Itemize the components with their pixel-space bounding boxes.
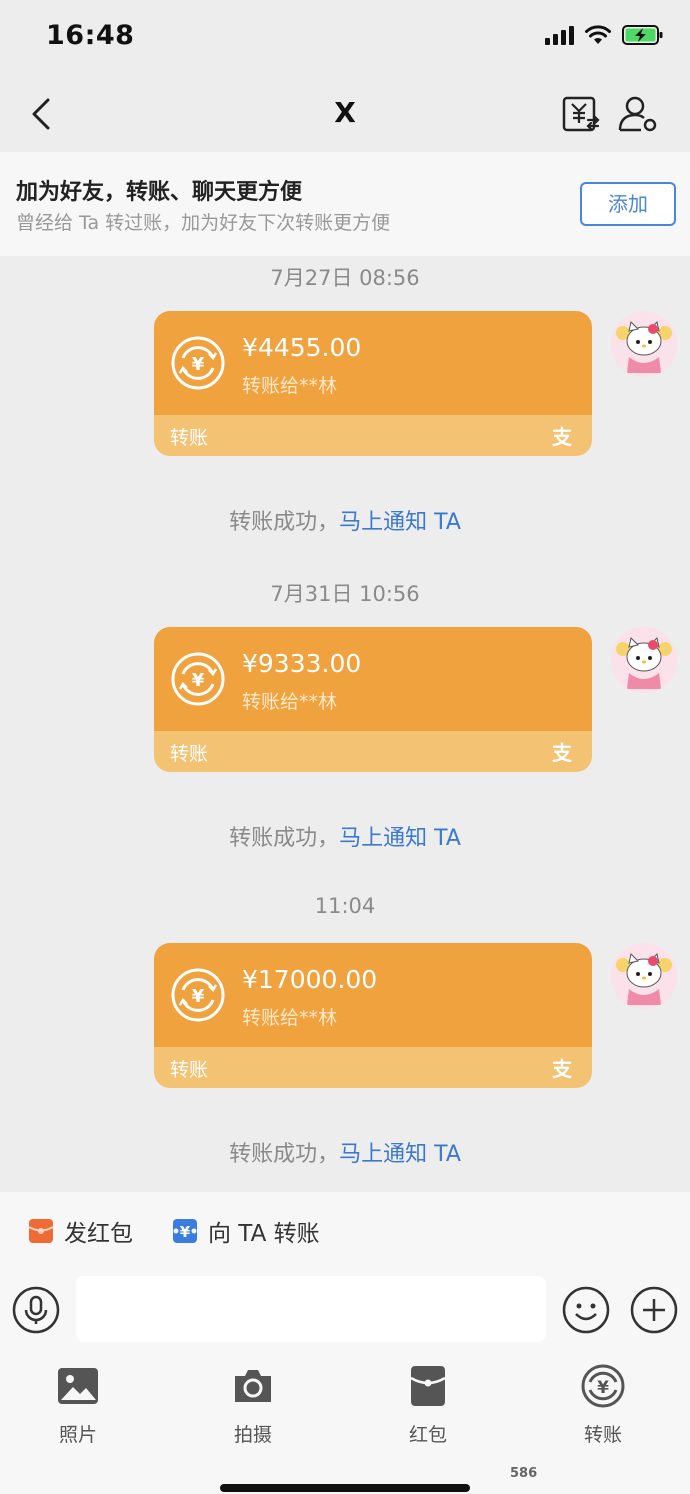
svg-text:¥: ¥ [192,670,205,691]
hello-kitty-avatar-icon [611,627,677,693]
transfer-yuan-icon: ¥ [171,336,225,390]
bottom-toolbar: 照片 拍摄 红包 ¥ 转账 [0,1354,690,1494]
alipay-logo-icon: 支 [552,741,572,765]
red-packet-icon [410,1366,446,1406]
message-timestamp: 11:04 [314,894,376,918]
transfer-record-icon [562,96,600,132]
transfer-card-body: ¥ ¥17000.00 转账给**林 [154,943,592,1047]
transfer-status-text: 转账成功， [229,1142,340,1167]
voice-button[interactable] [12,1286,60,1334]
transfer-card-body: ¥ ¥4455.00 转账给**林 [154,311,592,415]
transfer-to-ta-button[interactable]: ¥ 向 TA 转账 [172,1214,320,1248]
send-red-packet-label: 发红包 [64,1221,133,1247]
notify-ta-link[interactable]: 马上通知 TA [339,510,461,535]
add-friend-banner: 加为好友，转账、聊天更方便 曾经给 Ta 转过账，加为好友下次转账更方便 添加 [0,152,690,256]
send-red-packet-button[interactable]: 发红包 [28,1214,133,1248]
emoji-button[interactable] [562,1286,610,1334]
red-packet-icon [28,1219,54,1243]
notify-ta-link[interactable]: 马上通知 TA [339,1142,461,1167]
nav-bar: X [0,76,690,152]
transfer-yuan-icon: ¥ [171,652,225,706]
toolbar-camera-label: 拍摄 [233,1424,272,1446]
transfer-status-text: 转账成功， [229,510,340,535]
transfer-status: 转账成功，马上通知 TA [0,1136,690,1168]
toolbar-photo-button[interactable]: 照片 [18,1364,138,1447]
transfer-recipient: 转账给**林 [242,375,338,397]
avatar[interactable] [611,943,677,1009]
transfer-amount: ¥9333.00 [242,649,362,678]
emoji-icon [562,1286,610,1334]
wifi-icon [585,25,611,44]
status-icons [545,24,664,46]
avatar[interactable] [611,627,677,693]
status-bar: 16:48 [0,0,690,76]
camera-icon [235,1370,271,1402]
transfer-type-label: 转账 [170,427,209,449]
toolbar-red-packet-label: 红包 [408,1424,447,1446]
transfer-recipient: 转账给**林 [242,691,338,713]
avatar[interactable] [611,311,677,377]
transfer-status: 转账成功，马上通知 TA [0,820,690,852]
user-settings-icon [618,96,657,132]
transfer-card-footer: 转账 支 [154,731,592,772]
profile-settings-button[interactable] [616,92,660,136]
transfer-status-text: 转账成功， [229,826,340,851]
message-timestamp: 7月31日 10:56 [270,582,420,606]
transfer-type-label: 转账 [170,1059,209,1081]
signal-icon [545,25,574,45]
toolbar-camera-button[interactable]: 拍摄 [193,1364,313,1447]
transfer-card[interactable]: ¥ ¥9333.00 转账给**林 转账 支 [154,627,592,772]
transfer-card-body: ¥ ¥9333.00 转账给**林 [154,627,592,731]
add-friend-button[interactable]: 添加 [580,182,676,226]
svg-text:¥: ¥ [192,354,205,375]
input-bar [0,1266,690,1354]
transfer-icon: ¥ [581,1364,625,1408]
transfer-icon: ¥ [173,1219,197,1243]
home-indicator[interactable] [220,1484,470,1492]
watermark-text: 586 [510,1466,538,1481]
message-timestamp: 7月27日 08:56 [270,266,420,290]
more-button[interactable] [630,1286,678,1334]
transfer-card-footer: 转账 支 [154,415,592,456]
notify-ta-link[interactable]: 马上通知 TA [339,826,461,851]
transfer-card[interactable]: ¥ ¥4455.00 转账给**林 转账 支 [154,311,592,456]
microphone-icon [12,1286,60,1334]
transfer-to-ta-label: 向 TA 转账 [208,1221,320,1247]
status-time: 16:48 [46,20,135,51]
photo-icon [58,1368,98,1404]
transfer-recipient: 转账给**林 [242,1007,338,1029]
svg-text:¥: ¥ [597,1378,609,1398]
battery-charging-icon [622,25,663,45]
transfer-type-label: 转账 [170,743,209,765]
transfer-amount: ¥17000.00 [242,965,378,994]
transfer-status: 转账成功，马上通知 TA [0,504,690,536]
alipay-logo-icon: 支 [552,1057,572,1081]
transfer-yuan-icon: ¥ [171,968,225,1022]
alipay-logo-icon: 支 [552,425,572,449]
add-friend-subtitle: 曾经给 Ta 转过账，加为好友下次转账更方便 [16,212,391,234]
hello-kitty-avatar-icon [611,311,677,377]
toolbar-red-packet-button[interactable]: 红包 [368,1364,488,1447]
svg-text:¥: ¥ [192,986,205,1007]
hello-kitty-avatar-icon [611,943,677,1009]
plus-icon [630,1286,678,1334]
transfer-amount: ¥4455.00 [242,333,362,362]
toolbar-transfer-button[interactable]: ¥ 转账 [543,1364,663,1447]
toolbar-photo-label: 照片 [58,1424,97,1446]
add-friend-title: 加为好友，转账、聊天更方便 [16,180,303,205]
toolbar-transfer-label: 转账 [583,1424,622,1446]
transfer-records-button[interactable] [558,92,602,136]
message-input[interactable] [76,1276,546,1342]
transfer-card[interactable]: ¥ ¥17000.00 转账给**林 转账 支 [154,943,592,1088]
transfer-card-footer: 转账 支 [154,1047,592,1088]
svg-text:¥: ¥ [180,1223,191,1241]
quick-actions-bar: 发红包 ¥ 向 TA 转账 [0,1192,690,1266]
